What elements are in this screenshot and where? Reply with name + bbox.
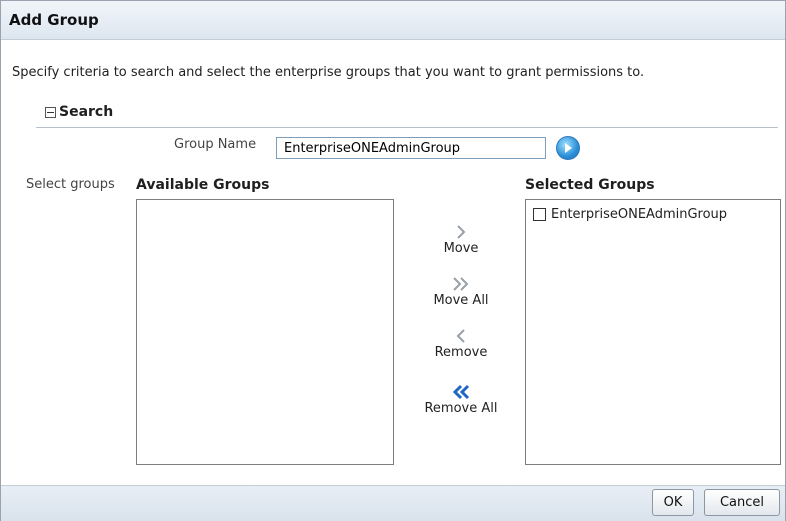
list-item[interactable]: EnterpriseONEAdminGroup <box>533 207 727 222</box>
chevron-left-icon <box>456 329 465 343</box>
dialog-title: Add Group <box>9 11 99 29</box>
search-go-button[interactable] <box>556 136 580 160</box>
ok-button[interactable]: OK <box>652 489 694 516</box>
chevron-right-icon <box>457 225 466 239</box>
double-chevron-left-icon <box>452 384 470 400</box>
add-group-dialog: Add Group Specify criteria to search and… <box>0 0 786 521</box>
list-item-label: EnterpriseONEAdminGroup <box>551 207 728 222</box>
move-label: Move <box>443 241 479 256</box>
play-arrow-icon <box>565 143 572 153</box>
item-checkbox[interactable] <box>533 208 546 221</box>
instructions-text: Specify criteria to search and select th… <box>12 65 645 80</box>
dialog-title-bar: Add Group <box>1 1 785 40</box>
available-groups-list[interactable] <box>136 199 394 465</box>
group-name-input[interactable] <box>276 137 546 159</box>
remove-all-label: Remove All <box>424 401 498 416</box>
move-all-button[interactable]: Move All <box>414 275 508 308</box>
double-chevron-right-icon <box>453 277 469 291</box>
move-button[interactable]: Move <box>414 223 508 256</box>
move-all-label: Move All <box>433 293 489 308</box>
search-divider <box>36 127 778 128</box>
remove-label: Remove <box>434 345 488 360</box>
available-groups-title: Available Groups <box>136 177 270 193</box>
remove-all-button[interactable]: Remove All <box>414 383 508 416</box>
cancel-button[interactable]: Cancel <box>704 489 780 516</box>
select-groups-label: Select groups <box>26 177 115 192</box>
search-section-toggle[interactable]: Search <box>45 104 113 120</box>
search-section-label: Search <box>59 104 114 120</box>
selected-groups-list[interactable]: EnterpriseONEAdminGroup <box>525 199 781 465</box>
selected-groups-title: Selected Groups <box>525 177 655 193</box>
group-name-label: Group Name <box>174 137 257 152</box>
collapse-icon[interactable] <box>45 106 56 118</box>
remove-button[interactable]: Remove <box>414 327 508 360</box>
